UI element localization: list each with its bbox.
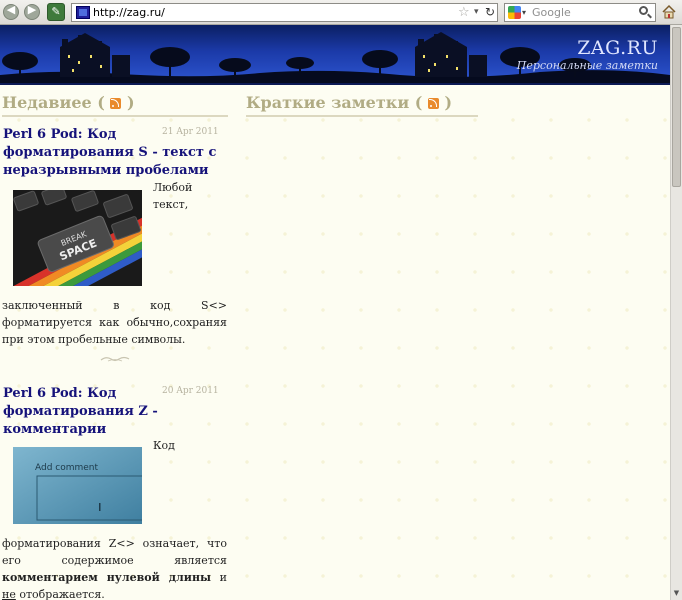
web-page: ZAG.RU Персональные заметки Недавиее ( )… <box>0 25 670 600</box>
forward-arrow-icon: ▶ <box>27 3 37 16</box>
site-favicon-icon <box>76 6 90 19</box>
google-engine-icon[interactable] <box>508 6 521 19</box>
text-line: форматируется как обычно,сохраняя <box>2 316 227 329</box>
recent-heading-close: ) <box>126 93 135 112</box>
back-arrow-icon: ◀ <box>6 3 16 16</box>
text-fragment: и <box>211 571 227 584</box>
text-line: форматирования Z<> означает, что <box>2 537 227 550</box>
text-line: заключенный в код S<> <box>2 299 227 312</box>
castle-silhouette-image <box>0 32 670 83</box>
site-subtitle: Персональные заметки <box>516 59 658 72</box>
text-line: его содержимое является <box>2 554 227 567</box>
bookmark-star-icon[interactable]: ☆ <box>458 4 470 21</box>
post-text-body: заключенный в код S<> форматируется как … <box>2 297 227 331</box>
post-text-side: Код <box>153 439 175 452</box>
short-notes-heading: Краткие заметки ( ) <box>246 93 478 117</box>
browser-toolbar: ◀ ▶ ✎ http://zag.ru/ ☆ ▾ ↻ ▾ Google <box>0 0 682 25</box>
post-text-last-line: не отображается. <box>2 586 227 600</box>
recent-heading-text: Недавиее ( <box>2 93 105 112</box>
recent-posts-heading: Недавиее ( ) <box>2 93 228 117</box>
home-icon[interactable] <box>661 4 677 20</box>
back-button[interactable]: ◀ <box>3 3 19 20</box>
underlined-text: не <box>2 588 16 600</box>
forward-button[interactable]: ▶ <box>24 3 40 20</box>
post-text-last-line: при этом пробельные символы. <box>2 333 186 346</box>
post-title-link[interactable]: Perl 6 Pod: Код форматирования Z - комме… <box>3 385 218 439</box>
url-text: http://zag.ru/ <box>93 6 165 19</box>
bold-text: комментарием нулевой длины <box>2 571 212 584</box>
search-bar[interactable]: ▾ Google <box>504 3 656 22</box>
text-fragment: отображается. <box>15 588 105 600</box>
text-line: Любой <box>153 181 193 194</box>
search-icon[interactable] <box>639 6 648 15</box>
break-space-keyboard-image[interactable]: BREAK SPACE <box>13 190 142 286</box>
site-header-banner: ZAG.RU Персональные заметки <box>0 25 670 85</box>
engine-dropdown-icon[interactable]: ▾ <box>522 5 526 20</box>
post-title-link[interactable]: Perl 6 Pod: Код форматирования S - текст… <box>3 126 218 180</box>
reload-icon[interactable]: ↻ <box>485 4 495 21</box>
post-text-side: Любой текст, <box>153 179 193 213</box>
add-comment-screenshot-image[interactable]: Add comment <box>13 447 142 524</box>
history-dropdown-icon[interactable]: ▾ <box>474 4 479 21</box>
notes-heading-text: Краткие заметки ( <box>246 93 423 112</box>
evernote-icon: ✎ <box>51 5 61 18</box>
site-title[interactable]: ZAG.RU <box>577 37 658 59</box>
post-text-body: форматирования Z<> означает, что его сод… <box>2 535 227 569</box>
evernote-button[interactable]: ✎ <box>47 3 65 21</box>
scroll-down-arrow-icon[interactable]: ▼ <box>672 589 681 598</box>
add-comment-label: Add comment <box>35 463 99 473</box>
notes-rss-icon[interactable] <box>427 98 439 109</box>
text-line: текст, <box>153 198 189 211</box>
recent-rss-icon[interactable] <box>110 98 122 109</box>
notes-heading-close: ) <box>444 93 453 112</box>
ornament-divider <box>100 356 130 362</box>
address-bar[interactable]: http://zag.ru/ ☆ ▾ ↻ <box>71 3 498 22</box>
scrollbar-thumb[interactable] <box>672 27 681 187</box>
post-text-emphasis-line: комментарием нулевой длины и <box>2 569 227 586</box>
search-input[interactable]: Google <box>532 5 571 20</box>
page-scrollbar[interactable]: ▼ <box>670 25 682 600</box>
